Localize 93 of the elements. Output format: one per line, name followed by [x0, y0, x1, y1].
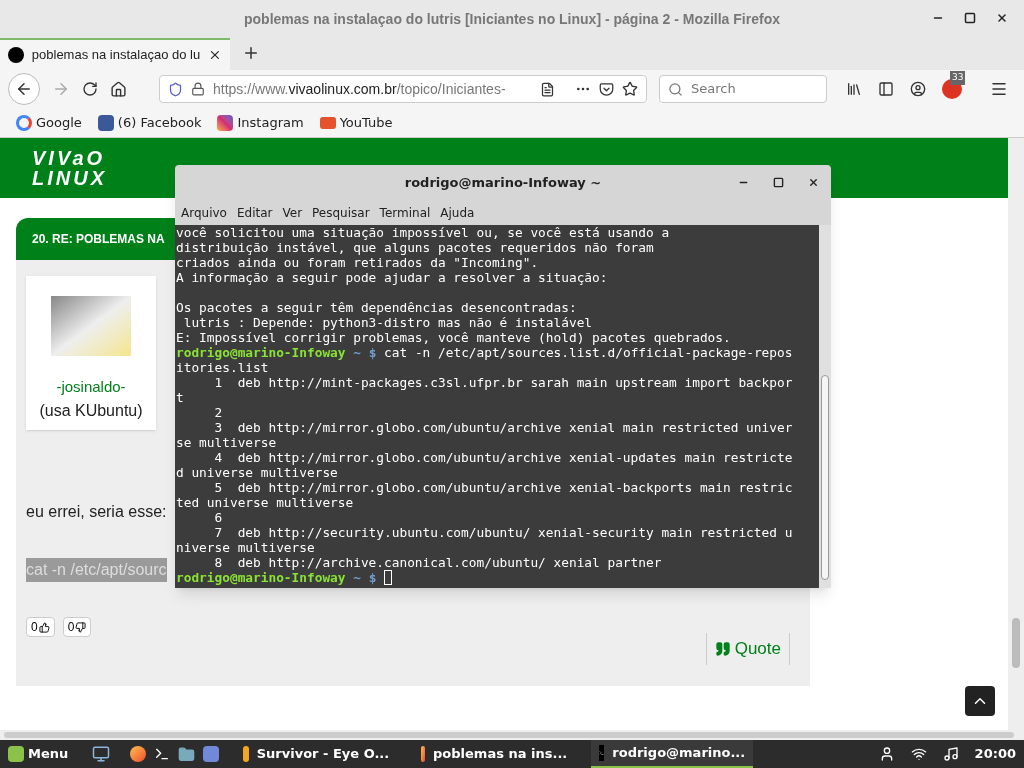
prompt-sign: $ — [368, 345, 377, 360]
close-icon[interactable] — [208, 48, 222, 62]
prompt-user: rodrigo@marino-Infoway — [176, 345, 346, 360]
clock[interactable]: 20:00 — [974, 744, 1016, 764]
menu-item[interactable]: Ajuda — [440, 203, 475, 222]
terminal-title: rodrigo@marino-Infoway ~ — [404, 173, 602, 192]
close-icon[interactable] — [808, 177, 819, 188]
command-text: cat -n /etc/apt/sources.list.d/official-package-repos — [384, 345, 793, 360]
prompt-sign: $ — [368, 570, 377, 585]
bookmark-link[interactable]: Instagram — [237, 112, 304, 133]
search-icon — [668, 81, 683, 97]
prompt-user: rodrigo@marino-Infoway — [176, 570, 346, 585]
back-to-top-button[interactable] — [965, 686, 995, 716]
bookmark-link[interactable]: Google — [36, 112, 82, 133]
terminal-line: niverse multiverse — [176, 540, 315, 555]
count-badge: 33 — [950, 71, 966, 85]
taskbar-window[interactable]: Survivor - Eye O... — [235, 740, 398, 768]
back-button[interactable] — [8, 73, 40, 105]
terminal-line: Os pacotes a seguir têm dependências desencontradas: — [176, 300, 577, 315]
search-field[interactable]: Search — [659, 75, 827, 103]
terminal-line: se multiverse — [176, 435, 277, 450]
terminal-line: t — [176, 390, 184, 405]
terminal-line: A informação a seguir pode ajudar a resolver a situação: — [176, 270, 608, 285]
terminal-line: ted universe multiverse — [176, 495, 354, 510]
maximize-icon[interactable] — [773, 177, 784, 188]
facebook-icon — [97, 114, 114, 131]
google-icon — [16, 114, 32, 131]
like-button[interactable]: 0 — [26, 617, 55, 637]
library-icon[interactable] — [846, 81, 862, 97]
logo-text: VIVaO — [32, 148, 106, 168]
thumbs-up-icon — [38, 621, 50, 633]
terminal-line: 4 deb http://mirror.globo.com/ubuntu/archive xenial-updates main restricte — [213, 450, 793, 465]
reader-view-icon[interactable] — [540, 81, 555, 97]
terminal-line: você solicitou uma situação impossível ou, se você está usando a — [176, 225, 670, 240]
taskbar-window[interactable]: rodrigo@marino... — [591, 740, 754, 768]
terminal-line: criados ainda ou foram retirados da "Incoming". — [176, 255, 539, 270]
instagram-icon — [217, 114, 234, 131]
pocket-icon[interactable] — [599, 81, 614, 97]
quote-button[interactable]: Quote — [705, 633, 790, 665]
menu-item[interactable]: Arquivo — [181, 203, 227, 222]
terminal-line: distribuição instável, que alguns pacotes requeridos não foram — [176, 240, 654, 255]
taskbar-window[interactable]: poblemas na ins... — [413, 740, 576, 768]
terminal-line: itories.list — [176, 360, 269, 375]
window-title: poblemas na instalaçao do lutris [Iniciantes no Linux] - página 2 - Mozilla Firefox — [244, 9, 780, 29]
sidebar-icon[interactable] — [878, 81, 894, 97]
terminal-line: 8 deb http://archive.canonical.com/ubuntu/ xenial partner — [213, 555, 662, 570]
terminal-line: 6 — [213, 510, 223, 525]
menu-button[interactable]: Menu — [4, 744, 73, 764]
home-icon[interactable] — [110, 80, 127, 98]
terminal-line: E: Impossível corrigir problemas, você manteve (hold) pacotes quebrados. — [176, 330, 731, 345]
scrollbar-thumb[interactable] — [821, 375, 829, 580]
author-link[interactable]: -josinaldo- — [56, 376, 126, 399]
menu-icon[interactable] — [990, 80, 1008, 98]
scrollbar-thumb[interactable] — [1012, 618, 1020, 668]
desktop-icon[interactable] — [92, 745, 111, 763]
bookmark-link[interactable]: (6) Facebook — [117, 112, 202, 133]
terminal-line: 5 deb http://mirror.globo.com/ubuntu/archive xenial-backports main restric — [213, 480, 793, 495]
lock-icon[interactable] — [191, 82, 205, 96]
browser-tab[interactable]: poblemas na instalaçao do lu — [0, 38, 230, 70]
close-icon[interactable] — [996, 12, 1008, 24]
logo-text: LINUX — [32, 168, 107, 188]
wifi-icon[interactable] — [910, 746, 927, 762]
youtube-icon — [319, 116, 336, 129]
terminal-line: 3 deb http://mirror.globo.com/ubuntu/archive xenial main restricted univer — [213, 420, 793, 435]
horizontal-scrollbar[interactable] — [4, 732, 1014, 738]
prompt-path: ~ — [353, 570, 361, 585]
address-bar[interactable]: https://www.vivaolinux.com.br/topico/Iniciantes- — [159, 75, 647, 103]
post-title: 20. RE: POBLEMAS NA — [32, 231, 165, 248]
thumbs-down-icon — [75, 621, 87, 633]
author-note: (usa KUbuntu) — [39, 400, 143, 421]
star-icon[interactable] — [622, 81, 638, 97]
code-text: cat -n /etc/apt/sourc — [26, 558, 167, 582]
new-tab-icon[interactable] — [242, 44, 260, 62]
post-text: eu errei, seria esse: — [26, 502, 167, 522]
quote-icon — [714, 641, 731, 657]
shield-icon[interactable] — [168, 81, 183, 97]
terminal-line: lutris : Depende: python3-distro mas não é instalável — [182, 315, 593, 330]
menu-item[interactable]: Terminal — [379, 203, 431, 222]
account-icon[interactable] — [910, 81, 926, 97]
bookmark-link[interactable]: YouTube — [339, 112, 393, 133]
terminal-line: d universe multiverse — [176, 465, 338, 480]
dislike-button[interactable]: 0 — [62, 617, 92, 637]
folder-icon[interactable] — [178, 745, 196, 763]
terminal-line: 2 — [213, 405, 223, 420]
prompt-path: ~ — [353, 345, 361, 360]
reload-icon[interactable] — [82, 81, 98, 97]
menu-item[interactable]: Ver — [282, 203, 303, 222]
menu-item[interactable]: Editar — [236, 203, 273, 222]
terminal-line: 7 deb http://security.ubuntu.com/ubuntu/ xenial-security main restricted u — [213, 525, 793, 540]
terminal-line: 1 deb http://mint-packages.c3sl.ufpr.br sarah main upstream import backpor — [213, 375, 793, 390]
maximize-icon[interactable] — [964, 12, 976, 24]
sound-icon[interactable] — [942, 746, 959, 762]
menu-item[interactable]: Pesquisar — [312, 203, 370, 222]
